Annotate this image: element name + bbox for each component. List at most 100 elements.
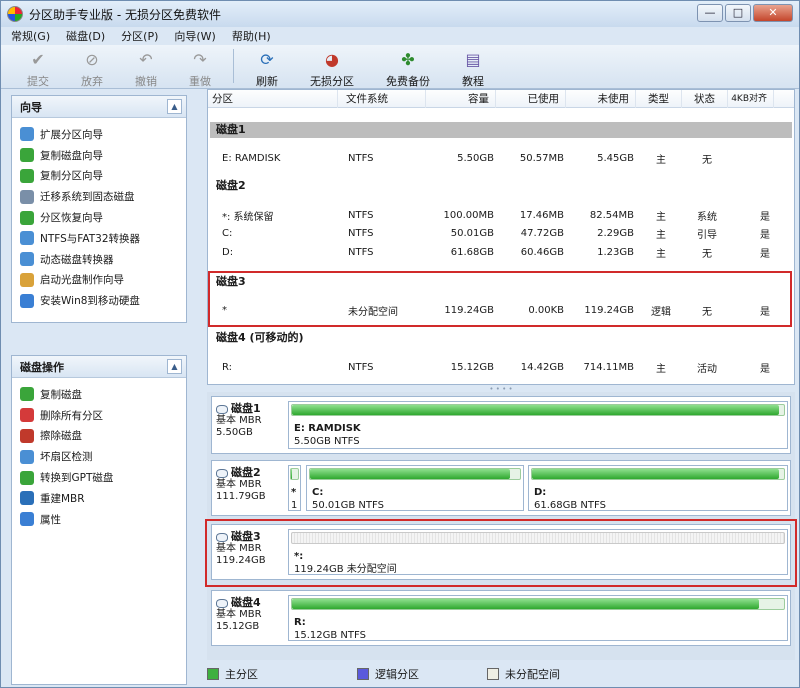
table-row[interactable]: C: NTFS 50.01GB 47.72GB 2.29GB 主 引导 是 xyxy=(210,224,792,242)
op-wipe-disk[interactable]: 擦除磁盘 xyxy=(20,426,186,447)
disk-map: 磁盘1 基本 MBR 5.50GB E: RAMDISK 5.50GB NTFS … xyxy=(205,392,797,660)
usage-bar xyxy=(309,468,521,480)
partition-info: 5.50GB NTFS xyxy=(294,436,360,447)
cell-status: 活动 xyxy=(697,363,717,375)
commit-label: 提交 xyxy=(27,75,49,88)
menu-disk[interactable]: 磁盘(D) xyxy=(66,28,105,44)
free-backup-label: 免费备份 xyxy=(386,75,430,88)
wizard-panel-header: 向导 ▲ xyxy=(12,96,186,118)
partition-block[interactable]: C: 50.01GB NTFS xyxy=(306,465,524,511)
discard-label: 放弃 xyxy=(81,75,103,88)
table-row[interactable]: D: NTFS 61.68GB 60.46GB 1.23GB 主 无 是 xyxy=(210,243,792,261)
cell-used: 47.72GB xyxy=(520,227,564,239)
op-copy-disk[interactable]: 复制磁盘 xyxy=(20,384,186,405)
op-bad-sector[interactable]: 坏扇区检测 xyxy=(20,446,186,467)
partition-label: R: xyxy=(294,617,306,628)
op-convert-gpt[interactable]: 转换到GPT磁盘 xyxy=(20,467,186,488)
cell-status: 无 xyxy=(702,248,712,260)
partition-info: 1 xyxy=(291,500,298,511)
main-window: 分区助手专业版 - 无损分区免费软件 — □ ✕ 常规(G) 磁盘(D) 分区(… xyxy=(0,0,800,688)
disk-info: 磁盘1 基本 MBR 5.50GB xyxy=(216,403,286,439)
cell-type: 主 xyxy=(656,229,666,241)
cell-capacity: 61.68GB xyxy=(450,246,494,258)
wizard-extend-partition[interactable]: 扩展分区向导 xyxy=(20,124,186,145)
wizard-ntfs-fat32[interactable]: NTFS与FAT32转换器 xyxy=(20,228,186,249)
col-used[interactable]: 已使用 xyxy=(496,89,566,108)
minimize-button[interactable]: — xyxy=(697,4,723,22)
wizard-item-label: 动态磁盘转换器 xyxy=(40,253,114,266)
wizard-item-label: 安装Win8到移动硬盘 xyxy=(40,295,140,308)
refresh-button[interactable]: ⟳ 刷新 xyxy=(240,45,294,89)
wizard-item-label: 迁移系统到固态磁盘 xyxy=(40,191,135,204)
disk-map-disk2[interactable]: 磁盘2 基本 MBR 111.79GB * 1 C: 50.01GB NTFS D:… xyxy=(211,460,791,516)
toolbar: ✔ 提交 ⊘ 放弃 ↶ 撤销 ↷ 重做 ⟳ 刷新 ◕ 无损分区 ✤ 免费备份 ▤ xyxy=(1,45,799,89)
disk-group-header[interactable]: 磁盘4 (可移动的) xyxy=(210,330,792,346)
disk-type: 基本 MBR xyxy=(216,609,262,620)
usage-fill xyxy=(291,469,293,479)
cell-partition: C: xyxy=(222,227,233,239)
wizard-dynamic-disk[interactable]: 动态磁盘转换器 xyxy=(20,249,186,270)
resize-partition-button[interactable]: ◕ 无损分区 xyxy=(294,45,370,89)
copy-disk-icon xyxy=(20,148,34,163)
menu-general[interactable]: 常规(G) xyxy=(11,28,50,44)
op-properties[interactable]: 属性 xyxy=(20,509,186,530)
op-rebuild-mbr[interactable]: 重建MBR xyxy=(20,488,186,509)
partition-block[interactable]: * 1 xyxy=(288,465,301,511)
collapse-icon[interactable]: ▲ xyxy=(167,359,182,374)
col-status[interactable]: 状态 xyxy=(682,89,728,108)
cell-used: 17.46MB xyxy=(519,209,564,221)
menu-wizard[interactable]: 向导(W) xyxy=(174,28,215,44)
maximize-button[interactable]: □ xyxy=(725,4,751,22)
col-partition[interactable]: 分区 xyxy=(208,89,338,108)
col-4k-align[interactable]: 4KB对齐 xyxy=(728,89,774,108)
usage-fill xyxy=(292,599,760,609)
wizard-migrate-ssd[interactable]: 迁移系统到固态磁盘 xyxy=(20,186,186,207)
refresh-label: 刷新 xyxy=(256,75,278,88)
app-logo-icon xyxy=(7,6,23,22)
disk-group-header[interactable]: 磁盘2 xyxy=(210,178,792,194)
disk-size: 15.12GB xyxy=(216,621,260,632)
table-row[interactable]: R: NTFS 15.12GB 14.42GB 714.11MB 主 活动 是 xyxy=(210,358,792,376)
close-button[interactable]: ✕ xyxy=(753,4,793,22)
cell-filesystem: NTFS xyxy=(348,227,374,239)
wizard-partition-recovery[interactable]: 分区恢复向导 xyxy=(20,207,186,228)
partition-block[interactable]: D: 61.68GB NTFS xyxy=(528,465,788,511)
op-delete-all[interactable]: 删除所有分区 xyxy=(20,405,186,426)
redo-button[interactable]: ↷ 重做 xyxy=(173,45,227,89)
cell-type: 主 xyxy=(656,363,666,375)
collapse-icon[interactable]: ▲ xyxy=(167,99,182,114)
menu-help[interactable]: 帮助(H) xyxy=(232,28,271,44)
table-row[interactable]: *: 系统保留 NTFS 100.00MB 17.46MB 82.54MB 主 … xyxy=(210,206,792,224)
undo-button[interactable]: ↶ 撤销 xyxy=(119,45,173,89)
delete-icon xyxy=(20,408,34,423)
cell-capacity: 15.12GB xyxy=(450,361,494,373)
col-capacity[interactable]: 容量 xyxy=(426,89,496,108)
cell-partition: R: xyxy=(222,361,233,373)
wizard-copy-partition[interactable]: 复制分区向导 xyxy=(20,166,186,187)
col-unused[interactable]: 未使用 xyxy=(566,89,636,108)
tutorial-button[interactable]: ▤ 教程 xyxy=(446,45,500,89)
col-type[interactable]: 类型 xyxy=(636,89,682,108)
primary-swatch xyxy=(207,668,219,680)
legend: 主分区 逻辑分区 未分配空间 xyxy=(207,663,795,685)
partition-info: 50.01GB NTFS xyxy=(312,500,384,511)
free-backup-button[interactable]: ✤ 免费备份 xyxy=(370,45,446,89)
boot-cd-icon xyxy=(20,272,34,287)
partition-block[interactable]: E: RAMDISK 5.50GB NTFS xyxy=(288,401,788,449)
table-row[interactable]: E: RAMDISK NTFS 5.50GB 50.57MB 5.45GB 主 … xyxy=(210,149,792,167)
disk-ops-panel: 磁盘操作 ▲ 复制磁盘 删除所有分区 擦除磁盘 坏扇区检测 转换到GPT磁盘 重… xyxy=(11,355,187,685)
disk-map-disk1[interactable]: 磁盘1 基本 MBR 5.50GB E: RAMDISK 5.50GB NTFS xyxy=(211,396,791,454)
disk-size: 5.50GB xyxy=(216,427,253,438)
partition-block[interactable]: R: 15.12GB NTFS xyxy=(288,595,788,641)
wizard-win8-usb[interactable]: 安装Win8到移动硬盘 xyxy=(20,290,186,311)
wizard-copy-disk[interactable]: 复制磁盘向导 xyxy=(20,145,186,166)
title-bar: 分区助手专业版 - 无损分区免费软件 — □ ✕ xyxy=(1,1,799,27)
commit-button[interactable]: ✔ 提交 xyxy=(11,45,65,89)
disk-group-header[interactable]: 磁盘1 xyxy=(210,122,792,138)
wizard-boot-cd[interactable]: 启动光盘制作向导 xyxy=(20,270,186,291)
menu-partition[interactable]: 分区(P) xyxy=(121,28,158,44)
col-filesystem[interactable]: 文件系统 xyxy=(338,89,426,108)
discard-button[interactable]: ⊘ 放弃 xyxy=(65,45,119,89)
cell-status: 系统 xyxy=(697,211,717,223)
disk-map-disk4[interactable]: 磁盘4 基本 MBR 15.12GB R: 15.12GB NTFS xyxy=(211,590,791,646)
